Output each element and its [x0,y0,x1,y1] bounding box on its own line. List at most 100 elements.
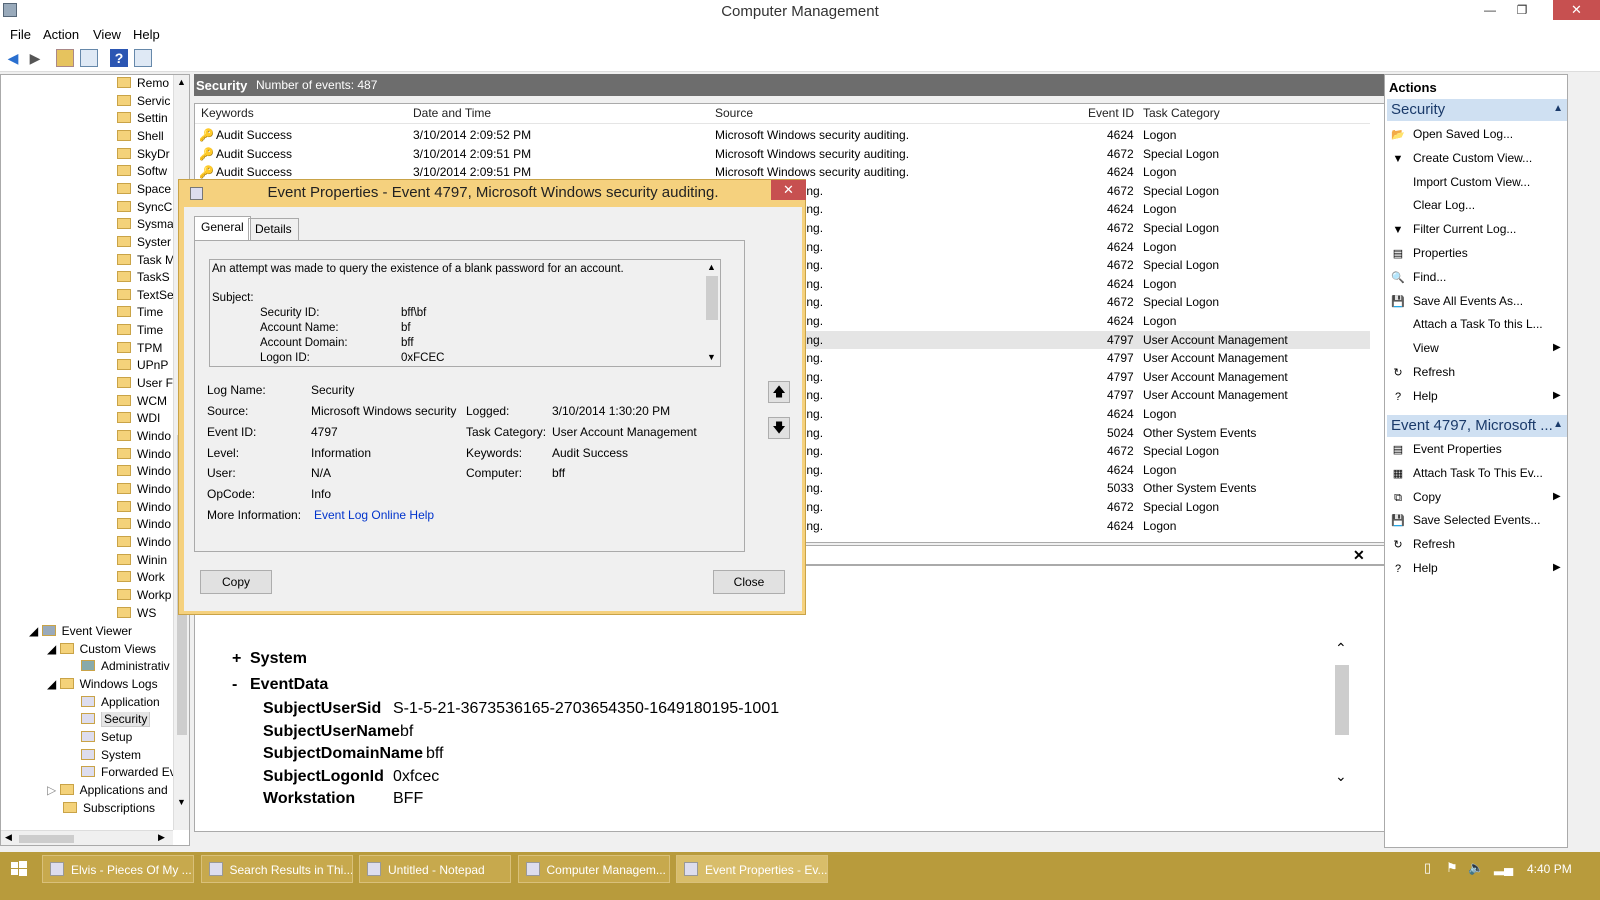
action-item[interactable]: Event Properties [1413,442,1502,456]
close-button[interactable]: ✕ [1553,0,1600,20]
tree-folder-item[interactable]: Syster [117,235,173,253]
tree-folder-item[interactable]: SkyDr [117,147,173,165]
event-description[interactable]: An attempt was made to query the existen… [209,259,721,367]
collapse-icon[interactable]: ◢ [29,624,42,638]
column-source[interactable]: Source [715,106,753,120]
action-item[interactable]: Create Custom View... [1413,151,1532,165]
collapse-toggle[interactable]: - [232,676,237,694]
up-folder-icon[interactable] [56,49,74,67]
tree-folder-item[interactable]: Space [117,182,173,200]
tree-folder-item[interactable]: Servic [117,94,173,112]
tree-folder-item[interactable]: Windo [117,429,173,447]
column-date-time[interactable]: Date and Time [413,106,491,120]
collapse-icon[interactable]: ◢ [47,677,60,691]
tree-folder-item[interactable]: Windo [117,535,173,553]
xml-eventdata-node[interactable]: EventData [250,676,328,694]
taskbar-button[interactable]: Search Results in Thi... [200,855,353,883]
scroll-left-icon[interactable]: ◀ [5,832,12,843]
tree-folder-item[interactable]: User F [117,376,173,394]
close-detail-icon[interactable]: ✕ [1353,547,1365,564]
scroll-up-icon[interactable]: ⌃ [1335,640,1347,657]
action-item[interactable]: Filter Current Log... [1413,222,1516,236]
tray-signal-icon[interactable]: ▂▄ [1494,860,1513,876]
tree-folder-item[interactable]: Work [117,570,173,588]
scroll-up-icon[interactable]: ▲ [177,77,186,87]
scroll-thumb[interactable] [19,835,74,843]
event-row[interactable]: 🔑 Audit Success 3/10/2014 2:09:51 PM Micros… [195,145,1370,164]
scroll-up-icon[interactable]: ▲ [707,262,716,272]
tree-folder-item[interactable]: Task M [117,253,173,271]
close-dialog-button[interactable]: Close [713,570,785,594]
clock[interactable]: 4:40 PM [1527,862,1572,876]
action-item[interactable]: Copy [1413,490,1441,504]
tree-applications-and-services[interactable]: ▷ Applications and [47,783,173,801]
tree-windows-logs[interactable]: ◢ Windows Logs [47,677,158,695]
tree-folder-item[interactable]: TaskS [117,270,173,288]
description-scrollbar[interactable]: ▲ ▼ [704,260,720,366]
tree-custom-views[interactable]: ◢ Custom Views [47,642,156,660]
action-item[interactable]: Attach Task To This Ev... [1413,466,1543,480]
tree-folder-item[interactable]: Shell [117,129,173,147]
xml-scrollbar[interactable]: ⌃ ⌄ [1333,640,1353,800]
minimize-button[interactable]: — [1474,0,1506,20]
tree-folder-item[interactable]: Windo [117,500,173,518]
tray-volume-icon[interactable]: 🔈 [1468,860,1484,876]
scroll-down-icon[interactable]: ⌄ [1335,768,1347,785]
action-item[interactable]: Help [1413,561,1438,575]
menu-view[interactable]: View [93,27,121,42]
xml-system-node[interactable]: System [250,650,307,668]
action-item[interactable]: View [1413,341,1439,355]
taskbar-button[interactable]: Untitled - Notepad [359,855,511,883]
tree-folder-item[interactable]: Windo [117,517,173,535]
tree-folder-item[interactable]: WCM [117,394,173,412]
collapse-icon[interactable]: ▲ [1553,103,1563,114]
actions-section-event[interactable]: Event 4797, Microsoft ... ▲ [1387,415,1567,437]
tree-folder-item[interactable]: TPM [117,341,173,359]
back-icon[interactable]: ◀ [4,49,22,67]
tree-folder-item[interactable]: Windo [117,464,173,482]
tab-details[interactable]: Details [248,218,299,240]
tree-folder-item[interactable]: Winin [117,553,173,571]
collapse-icon[interactable]: ▲ [1553,419,1563,430]
tree-folder-item[interactable]: Sysma [117,217,173,235]
column-event-id[interactable]: Event ID [1088,106,1134,120]
expand-toggle[interactable]: + [232,650,241,668]
actions-section-security[interactable]: Security ▲ [1387,99,1567,121]
scroll-thumb[interactable] [1335,665,1349,735]
action-item[interactable]: Refresh [1413,365,1455,379]
tree-folder-item[interactable]: Windo [117,482,173,500]
next-event-button[interactable]: 🡇 [768,417,790,439]
tree-folder-item[interactable]: Remo [117,76,173,94]
event-row[interactable]: 🔑 Audit Success 3/10/2014 2:09:52 PM Micros… [195,126,1370,145]
action-item[interactable]: Clear Log... [1413,198,1475,212]
column-task-category[interactable]: Task Category [1143,106,1220,120]
tree-folder-item[interactable]: SyncC [117,200,173,218]
tree-folder-item[interactable]: WDI [117,411,173,429]
tree-folder-item[interactable]: UPnP [117,358,173,376]
menu-action[interactable]: Action [43,27,79,42]
help-icon[interactable]: ? [110,49,128,67]
action-item[interactable]: Save All Events As... [1413,294,1523,308]
scroll-down-icon[interactable]: ▼ [707,352,716,362]
action-item[interactable]: Save Selected Events... [1413,513,1540,527]
column-keywords[interactable]: Keywords [201,106,254,120]
tree-system[interactable]: System [81,748,141,766]
tray-flag-icon[interactable]: ⚑ [1446,860,1458,876]
start-button[interactable] [10,860,28,878]
tree-security[interactable]: Security [81,712,151,730]
action-item[interactable]: Import Custom View... [1413,175,1530,189]
tab-general[interactable]: General [194,216,251,241]
scroll-down-icon[interactable]: ▼ [177,797,186,807]
tree-folder-item[interactable]: WS [117,606,173,624]
show-hide-tree-icon[interactable] [80,49,98,67]
tree-subscriptions[interactable]: Subscriptions [63,801,155,819]
action-item[interactable]: Open Saved Log... [1413,127,1513,141]
restore-button[interactable]: ❐ [1506,0,1538,20]
tree-forwarded-events[interactable]: Forwarded Ev [81,765,173,783]
action-item[interactable]: Help [1413,389,1438,403]
taskbar-button[interactable]: Computer Managem... [517,855,670,883]
taskbar-button[interactable]: Elvis - Pieces Of My ... [42,855,194,883]
scroll-right-icon[interactable]: ▶ [158,832,165,843]
action-item[interactable]: Properties [1413,246,1468,260]
tree-folder-item[interactable]: Softw [117,164,173,182]
